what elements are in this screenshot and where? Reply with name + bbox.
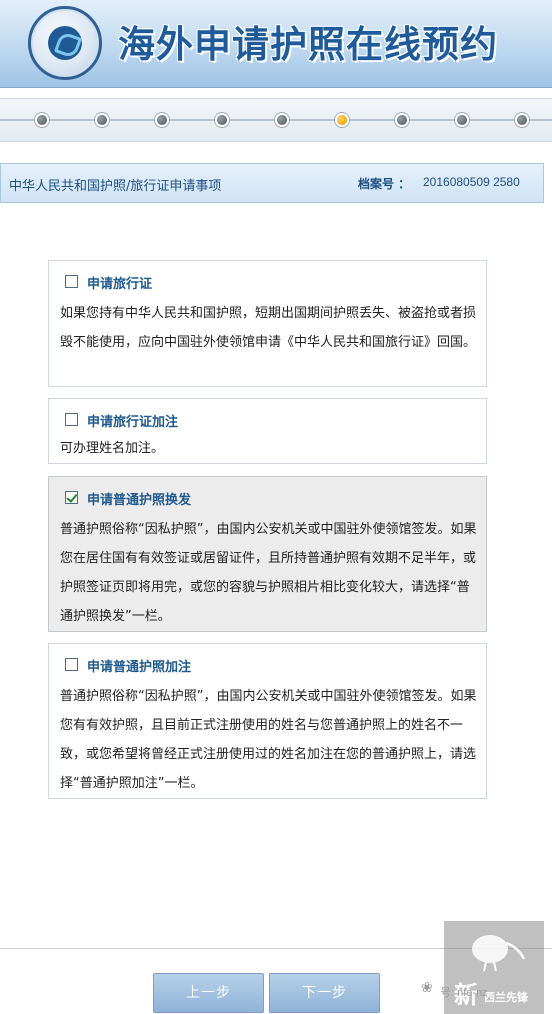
option-card-passport-endorsement[interactable]: 申请普通护照加注 普通护照俗称“因私护照”，由国内公安机关或中国驻外使领馆签发。… — [48, 643, 487, 799]
consular-affairs-emblem — [28, 6, 102, 80]
option-description: 如果您持有中华人民共和国护照，短期出国期间护照丢失、被盗抢或者损毁不能使用，应向… — [60, 306, 477, 350]
file-number-value: 2016080509 2580 — [423, 175, 520, 189]
watermark-logo: 新 西兰先锋 — [444, 921, 544, 1014]
step-dot — [155, 113, 169, 127]
option-card-passport-renewal[interactable]: 申请普通护照换发 普通护照俗称“因私护照”，由国内公安机关或中国驻外使领馆签发。… — [48, 476, 487, 632]
option-card-travel-document-endorsement[interactable]: 申请旅行证加注 可办理姓名加注。 — [48, 398, 487, 464]
step-dot — [35, 113, 49, 127]
option-checkbox-checked[interactable] — [65, 491, 78, 504]
watermark-logo-small: 西兰先锋 — [484, 991, 528, 1004]
option-checkbox[interactable] — [65, 658, 78, 671]
step-progress — [0, 98, 552, 142]
step-dot — [395, 113, 409, 127]
file-number-label: 档案号 ： — [358, 177, 411, 191]
kiwi-bird-icon — [472, 935, 526, 972]
option-title[interactable]: 申请普通护照换发 — [87, 489, 191, 508]
watermark-text: 号: nfe-nz — [440, 987, 488, 999]
step-dot — [215, 113, 229, 127]
option-title[interactable]: 申请普通护照加注 — [87, 656, 191, 675]
option-description: 普通护照俗称“因私护照”，由国内公安机关或中国驻外使领馆签发。如果您有有效护照，… — [60, 689, 477, 791]
option-card-travel-document[interactable]: 申请旅行证 如果您持有中华人民共和国护照，短期出国期间护照丢失、被盗抢或者损毁不… — [48, 260, 487, 387]
site-header: 海外申请护照在线预约 — [0, 0, 552, 88]
option-title[interactable]: 申请旅行证 — [87, 273, 152, 292]
step-dot-current — [335, 113, 349, 127]
page-title: 海外申请护照在线预约 — [118, 22, 498, 66]
option-description: 可办理姓名加注。 — [60, 441, 165, 456]
step-dot — [95, 113, 109, 127]
option-checkbox[interactable] — [65, 413, 78, 426]
option-description: 普通护照俗称“因私护照”，由国内公安机关或中国驻外使领馆签发。如果您在居住国有有… — [60, 522, 477, 624]
next-step-button[interactable]: 下一步 — [269, 973, 380, 1013]
emblem-icon — [48, 26, 82, 60]
wechat-icon: ❀ — [421, 980, 433, 996]
step-dot — [515, 113, 529, 127]
prev-step-button[interactable]: 上一步 — [153, 973, 264, 1013]
step-dot — [275, 113, 289, 127]
section-header: 中华人民共和国护照/旅行证申请事项 档案号 ： 2016080509 2580 — [0, 163, 544, 203]
step-dot — [455, 113, 469, 127]
option-title[interactable]: 申请旅行证加注 — [87, 411, 178, 430]
section-title: 中华人民共和国护照/旅行证申请事项 — [9, 179, 222, 194]
option-checkbox[interactable] — [65, 275, 78, 288]
